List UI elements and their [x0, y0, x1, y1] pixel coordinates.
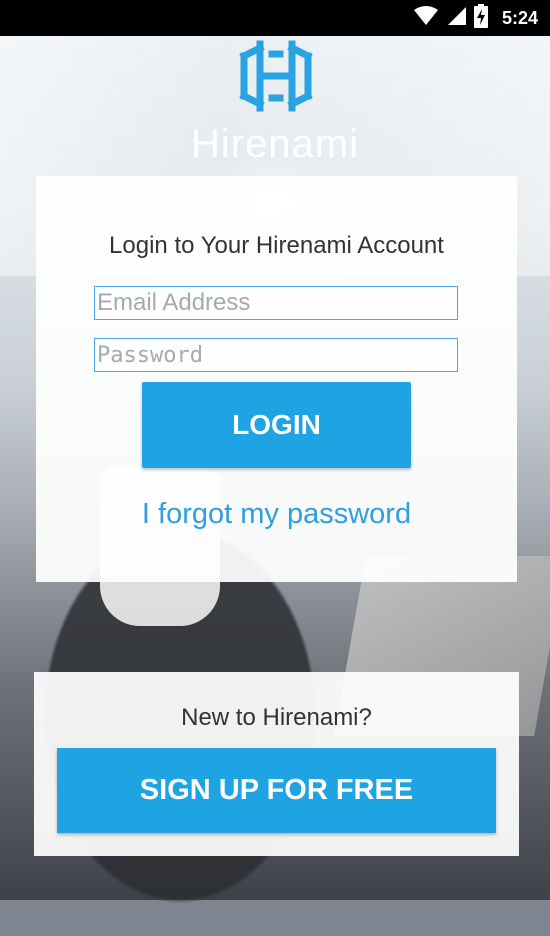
signal-icon	[446, 6, 466, 31]
hirenami-logo-icon	[238, 40, 314, 112]
signup-prompt: New to Hirenami?	[181, 704, 372, 731]
status-bar: 5:24	[0, 0, 550, 36]
email-field[interactable]	[94, 286, 458, 320]
signup-button[interactable]: SIGN UP FOR FREE	[57, 748, 496, 833]
forgot-password-link[interactable]: I forgot my password	[36, 498, 517, 531]
wifi-icon	[413, 5, 438, 31]
login-card: Login to Your Hirenami Account LOGIN I f…	[36, 176, 517, 582]
login-heading: Login to Your Hirenami Account	[109, 232, 444, 259]
battery-icon	[473, 3, 488, 33]
signup-card: New to Hirenami? SIGN UP FOR FREE	[34, 672, 519, 856]
status-time: 5:24	[501, 7, 538, 28]
brand-name: Hirenami	[190, 122, 360, 166]
login-button[interactable]: LOGIN	[142, 382, 411, 468]
password-field[interactable]	[94, 338, 458, 372]
